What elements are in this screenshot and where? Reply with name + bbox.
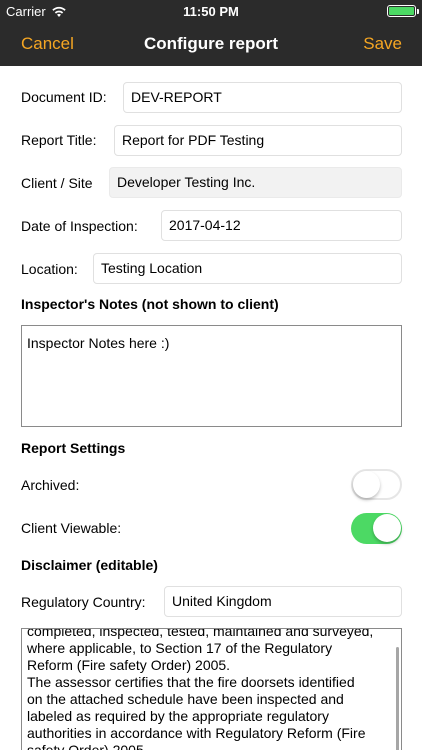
inspector-notes-heading: Inspector's Notes (not shown to client) — [21, 296, 279, 312]
disclaimer-line: on the attached schedule have been inspe… — [27, 691, 344, 707]
inspector-notes-textarea[interactable]: Inspector Notes here :) — [21, 325, 402, 427]
archived-label: Archived: — [21, 477, 80, 493]
document-id-label: Document ID: — [21, 89, 107, 105]
client-viewable-label: Client Viewable: — [21, 520, 122, 536]
disclaimer-line: Reform (Fire safety Order) 2005. — [27, 657, 231, 673]
page-title: Configure report — [143, 34, 279, 53]
disclaimer-line: labeled as required by the appropriate r… — [27, 708, 329, 724]
document-id-field[interactable]: DEV-REPORT — [123, 82, 402, 113]
archived-toggle[interactable] — [351, 469, 402, 500]
client-site-field[interactable]: Developer Testing Inc. — [109, 167, 402, 198]
report-settings-heading: Report Settings — [21, 440, 126, 456]
navigation-bar: Cancel Configure report Save — [0, 22, 422, 66]
disclaimer-line: The assessor certifies that the fire doo… — [27, 674, 355, 690]
date-of-inspection-field[interactable]: 2017-04-12 — [161, 210, 402, 241]
client-viewable-toggle[interactable] — [351, 513, 402, 544]
disclaimer-text: completed, inspected, tested, maintained… — [27, 628, 396, 750]
battery-icon — [387, 5, 419, 17]
disclaimer-line: completed, inspected, tested, maintained… — [27, 628, 374, 639]
disclaimer-textarea[interactable]: completed, inspected, tested, maintained… — [21, 628, 402, 750]
battery-level — [389, 7, 414, 15]
regulatory-country-field[interactable]: United Kingdom — [164, 586, 402, 617]
regulatory-country-label: Regulatory Country: — [21, 594, 146, 610]
disclaimer-line: safety Order) 2005. — [27, 742, 148, 750]
report-title-label: Report Title: — [21, 132, 97, 148]
location-field[interactable]: Testing Location — [93, 253, 402, 284]
toggle-knob — [353, 471, 380, 498]
disclaimer-line: authorities in accordance with Regulator… — [27, 725, 366, 741]
disclaimer-scrollbar[interactable] — [396, 647, 399, 750]
client-site-label: Client / Site — [21, 175, 93, 191]
date-of-inspection-label: Date of Inspection: — [21, 218, 138, 234]
location-label: Location: — [21, 261, 78, 277]
disclaimer-heading: Disclaimer (editable) — [21, 557, 158, 573]
save-button[interactable]: Save — [363, 34, 402, 54]
toggle-knob — [373, 514, 401, 542]
disclaimer-line: where applicable, to Section 17 of the R… — [27, 640, 333, 656]
status-bar: Carrier 11:50 PM — [0, 0, 422, 22]
report-title-field[interactable]: Report for PDF Testing — [114, 125, 402, 156]
status-time: 11:50 PM — [183, 4, 239, 19]
